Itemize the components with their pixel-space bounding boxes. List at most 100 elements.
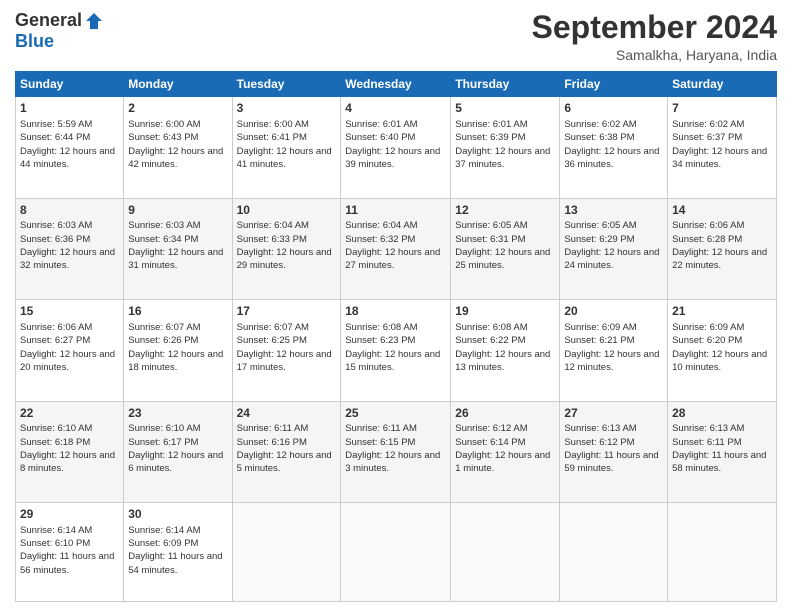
calendar-cell: 9Sunrise: 6:03 AMSunset: 6:34 PMDaylight… [124,198,232,299]
calendar-cell: 5Sunrise: 6:01 AMSunset: 6:39 PMDaylight… [451,97,560,198]
daylight-text: Daylight: 12 hours and 22 minutes. [672,247,767,271]
sunrise-text: Sunrise: 6:03 AM [128,220,200,231]
daylight-text: Daylight: 12 hours and 15 minutes. [345,349,440,373]
sunrise-text: Sunrise: 6:13 AM [672,423,744,434]
daylight-text: Daylight: 12 hours and 13 minutes. [455,349,550,373]
sunset-text: Sunset: 6:10 PM [20,538,90,549]
sunset-text: Sunset: 6:38 PM [564,132,634,143]
calendar-cell: 8Sunrise: 6:03 AMSunset: 6:36 PMDaylight… [16,198,124,299]
day-number: 6 [564,100,663,117]
day-number: 28 [672,405,772,422]
day-number: 22 [20,405,119,422]
calendar-cell [560,503,668,602]
sunset-text: Sunset: 6:11 PM [672,437,742,448]
calendar-cell: 12Sunrise: 6:05 AM Sunset: 6:31 PM Dayligh… [451,198,560,299]
calendar-cell: 10Sunrise: 6:04 AMSunset: 6:33 PMDayligh… [232,198,341,299]
day-number: 10 [237,202,337,219]
sunrise-text: Sunrise: 6:12 AM [455,423,527,434]
calendar-cell: 21Sunrise: 6:09 AMSunset: 6:20 PMDayligh… [668,300,777,401]
calendar-cell: 7Sunrise: 6:02 AMSunset: 6:37 PMDaylight… [668,97,777,198]
sunrise-text: Sunrise: 6:04 AM [237,220,309,231]
calendar-cell: 4Sunrise: 6:01 AMSunset: 6:40 PMDaylight… [341,97,451,198]
calendar-cell: 17Sunrise: 6:07 AMSunset: 6:25 PMDayligh… [232,300,341,401]
sunrise-text: Sunrise: 6:00 AM [237,119,309,130]
calendar-cell: 30Sunrise: 6:14 AMSunset: 6:09 PMDayligh… [124,503,232,602]
sunrise-text: Sunrise: 6:11 AM [345,423,417,434]
daylight-text: Daylight: 12 hours and 10 minutes. [672,349,767,373]
sunset-text: Sunset: 6:40 PM [345,132,415,143]
sunset-text: Sunset: 6:12 PM [564,437,634,448]
header-thursday: Thursday [451,72,560,97]
calendar-cell: 11Sunrise: 6:04 AMSunset: 6:32 PMDayligh… [341,198,451,299]
daylight-text: Daylight: 12 hours and 5 minutes. [237,450,332,474]
sunset-text: Sunset: 6:17 PM [128,437,198,448]
calendar-cell: 16Sunrise: 6:07 AMSunset: 6:26 PMDayligh… [124,300,232,401]
logo-blue-text: Blue [15,31,54,52]
daylight-text: Daylight: 12 hours and 42 minutes. [128,146,223,170]
sunset-text: Sunset: 6:31 PM [455,234,525,245]
sunrise-text: Sunrise: 6:09 AM [564,322,636,333]
sunrise-text: Sunrise: 6:01 AM [455,119,527,130]
daylight-text: Daylight: 12 hours and 1 minute. [455,450,550,474]
calendar-cell: 13Sunrise: 6:05 AMSunset: 6:29 PMDayligh… [560,198,668,299]
sunrise-text: Sunrise: 6:05 AM [455,220,527,231]
sunrise-text: Sunrise: 6:02 AM [564,119,636,130]
calendar-cell: 27Sunrise: 6:13 AMSunset: 6:12 PMDayligh… [560,401,668,502]
day-number: 4 [345,100,446,117]
sunrise-text: Sunrise: 6:06 AM [20,322,92,333]
calendar-cell: 29Sunrise: 6:14 AMSunset: 6:10 PMDayligh… [16,503,124,602]
sunrise-text: Sunrise: 6:08 AM [345,322,417,333]
logo: General Blue [15,10,104,52]
calendar-cell: 22Sunrise: 6:10 AMSunset: 6:18 PMDayligh… [16,401,124,502]
calendar-cell: 15Sunrise: 6:06 AMSunset: 6:27 PMDayligh… [16,300,124,401]
sunrise-text: Sunrise: 6:01 AM [345,119,417,130]
sunrise-text: Sunrise: 6:00 AM [128,119,200,130]
sunset-text: Sunset: 6:27 PM [20,335,90,346]
sunset-text: Sunset: 6:25 PM [237,335,307,346]
day-number: 7 [672,100,772,117]
day-number: 30 [128,506,227,523]
daylight-text: Daylight: 12 hours and 36 minutes. [564,146,659,170]
day-number: 29 [20,506,119,523]
day-number: 11 [345,202,446,219]
daylight-text: Daylight: 12 hours and 41 minutes. [237,146,332,170]
sunset-text: Sunset: 6:15 PM [345,437,415,448]
sunset-text: Sunset: 6:09 PM [128,538,198,549]
calendar-cell: 1Sunrise: 5:59 AMSunset: 6:44 PMDaylight… [16,97,124,198]
day-number: 1 [20,100,119,117]
day-number: 27 [564,405,663,422]
sunrise-text: Sunrise: 6:05 AM [564,220,636,231]
daylight-text: Daylight: 11 hours and 54 minutes. [128,551,222,575]
month-title: September 2024 [532,10,777,45]
daylight-text: Daylight: 11 hours and 58 minutes. [672,450,766,474]
sunrise-text: Sunrise: 6:09 AM [672,322,744,333]
daylight-text: Daylight: 12 hours and 27 minutes. [345,247,440,271]
header-sunday: Sunday [16,72,124,97]
sunrise-text: Sunrise: 6:13 AM [564,423,636,434]
day-number: 8 [20,202,119,219]
logo-general-text: General [15,10,82,31]
sunrise-text: Sunrise: 6:02 AM [672,119,744,130]
daylight-text: Daylight: 12 hours and 20 minutes. [20,349,115,373]
sunrise-text: Sunrise: 6:08 AM [455,322,527,333]
day-number: 17 [237,303,337,320]
header-friday: Friday [560,72,668,97]
calendar-header-row: Sunday Monday Tuesday Wednesday Thursday… [16,72,777,97]
sunset-text: Sunset: 6:14 PM [455,437,525,448]
daylight-text: Daylight: 12 hours and 44 minutes. [20,146,115,170]
sunset-text: Sunset: 6:41 PM [237,132,307,143]
daylight-text: Daylight: 12 hours and 37 minutes. [455,146,550,170]
sunset-text: Sunset: 6:22 PM [455,335,525,346]
calendar-cell: 24Sunrise: 6:11 AMSunset: 6:16 PMDayligh… [232,401,341,502]
sunset-text: Sunset: 6:44 PM [20,132,90,143]
calendar-cell: 6 Sunrise: 6:02 AM Sunset: 6:38 PM Daylight… [560,97,668,198]
calendar-cell: 23Sunrise: 6:10 AMSunset: 6:17 PMDayligh… [124,401,232,502]
calendar-cell [232,503,341,602]
header-saturday: Saturday [668,72,777,97]
daylight-text: Daylight: 12 hours and 25 minutes. [455,247,550,271]
daylight-text: Daylight: 12 hours and 8 minutes. [20,450,115,474]
sunset-text: Sunset: 6:29 PM [564,234,634,245]
day-number: 12 [455,202,555,219]
sunrise-text: Sunrise: 6:06 AM [672,220,744,231]
daylight-text: Daylight: 12 hours and 32 minutes. [20,247,115,271]
